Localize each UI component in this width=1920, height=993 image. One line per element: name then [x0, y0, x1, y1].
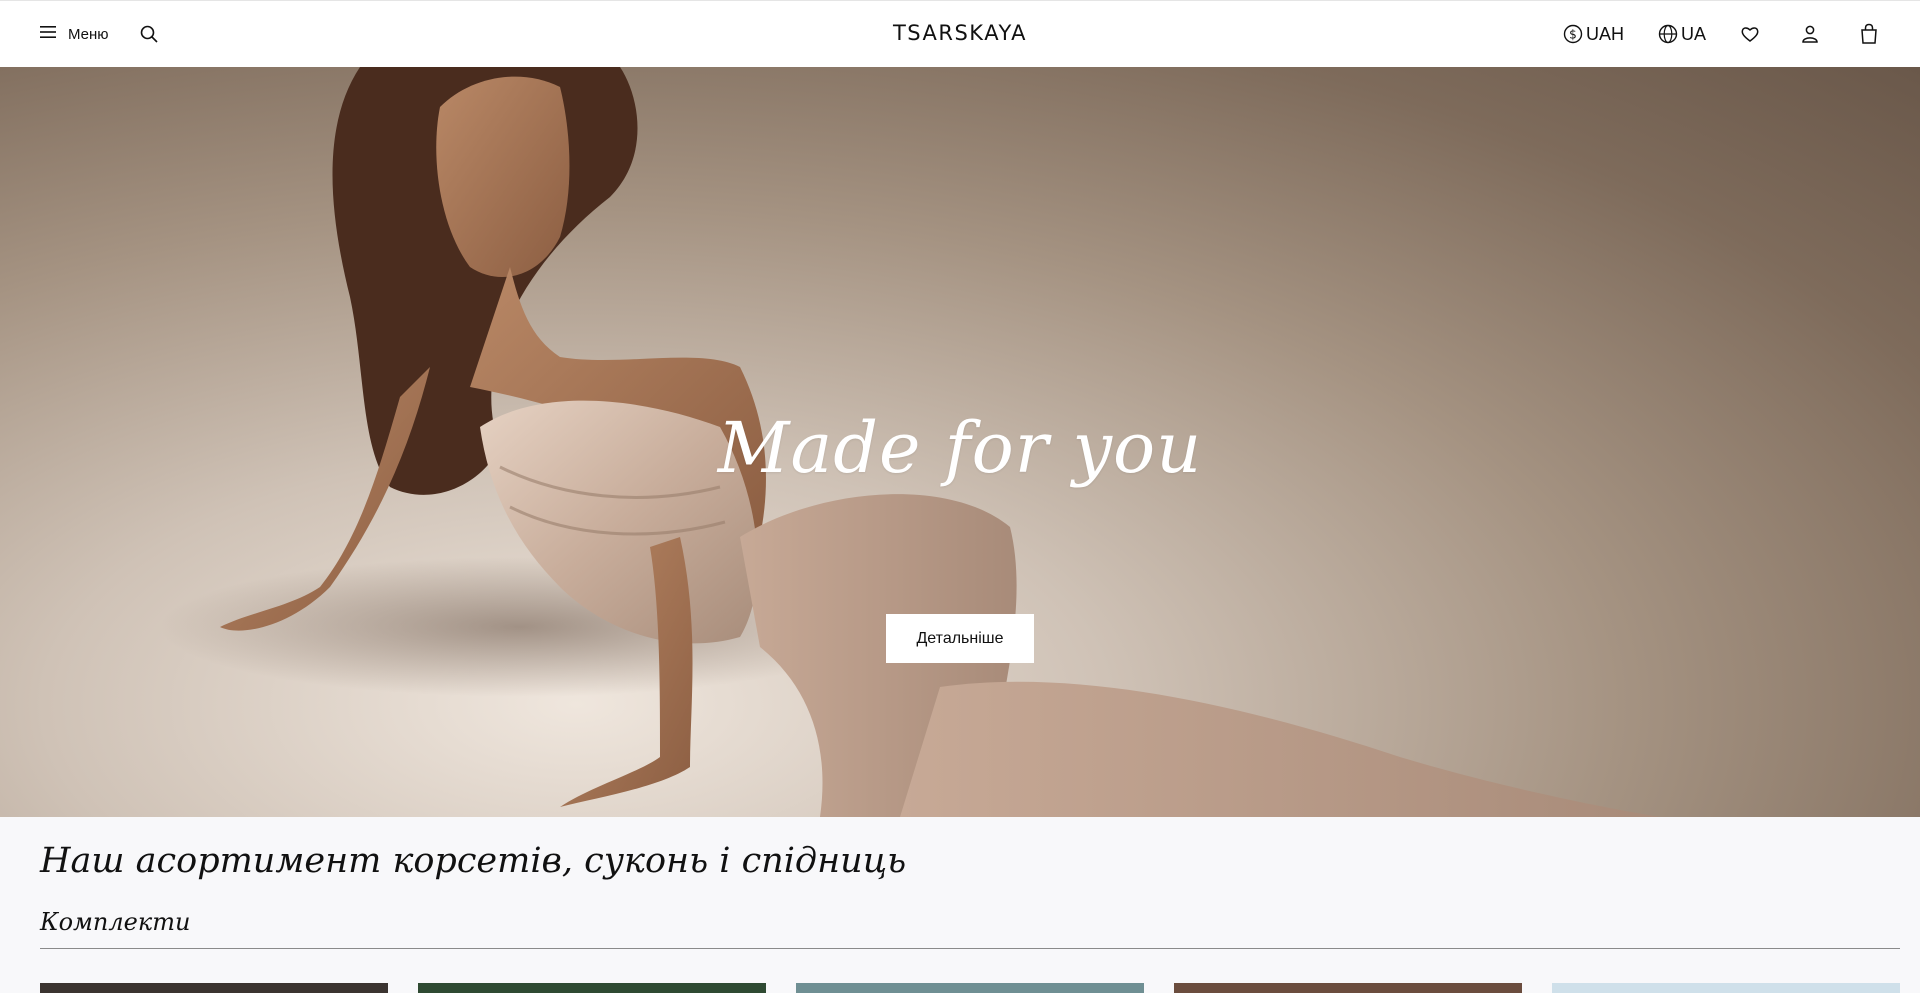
- account-button[interactable]: [1800, 21, 1820, 47]
- product-card[interactable]: [1552, 983, 1900, 993]
- product-card[interactable]: [418, 983, 766, 993]
- site-header: Меню TSARSKAYA $ UAH UA: [0, 0, 1920, 67]
- currency-selector[interactable]: $ UAH: [1563, 21, 1624, 47]
- product-card[interactable]: [40, 983, 388, 993]
- heart-icon: [1740, 24, 1760, 44]
- globe-icon: [1658, 24, 1678, 44]
- collection-section: Наш асортимент корсетів, суконь і спідни…: [0, 817, 1920, 993]
- language-label: UA: [1681, 23, 1707, 44]
- header-tools: $ UAH UA: [0, 21, 1920, 47]
- subsection-title: Комплекти: [40, 908, 191, 936]
- details-button[interactable]: Детальніше: [886, 614, 1034, 663]
- section-title: Наш асортимент корсетів, суконь і спідни…: [40, 841, 907, 881]
- language-selector[interactable]: UA: [1658, 21, 1706, 47]
- hero-title: Made for you: [717, 407, 1203, 489]
- wishlist-button[interactable]: [1740, 21, 1760, 47]
- bag-icon: [1859, 23, 1879, 45]
- hero-banner[interactable]: Made for you Детальніше: [0, 67, 1920, 817]
- cart-button[interactable]: [1859, 21, 1879, 47]
- currency-label: UAH: [1586, 23, 1625, 44]
- product-card[interactable]: [1174, 983, 1522, 993]
- svg-text:$: $: [1569, 28, 1577, 42]
- section-divider: [40, 948, 1900, 949]
- product-card[interactable]: [796, 983, 1144, 993]
- currency-icon: $: [1563, 24, 1583, 44]
- user-icon: [1800, 24, 1820, 44]
